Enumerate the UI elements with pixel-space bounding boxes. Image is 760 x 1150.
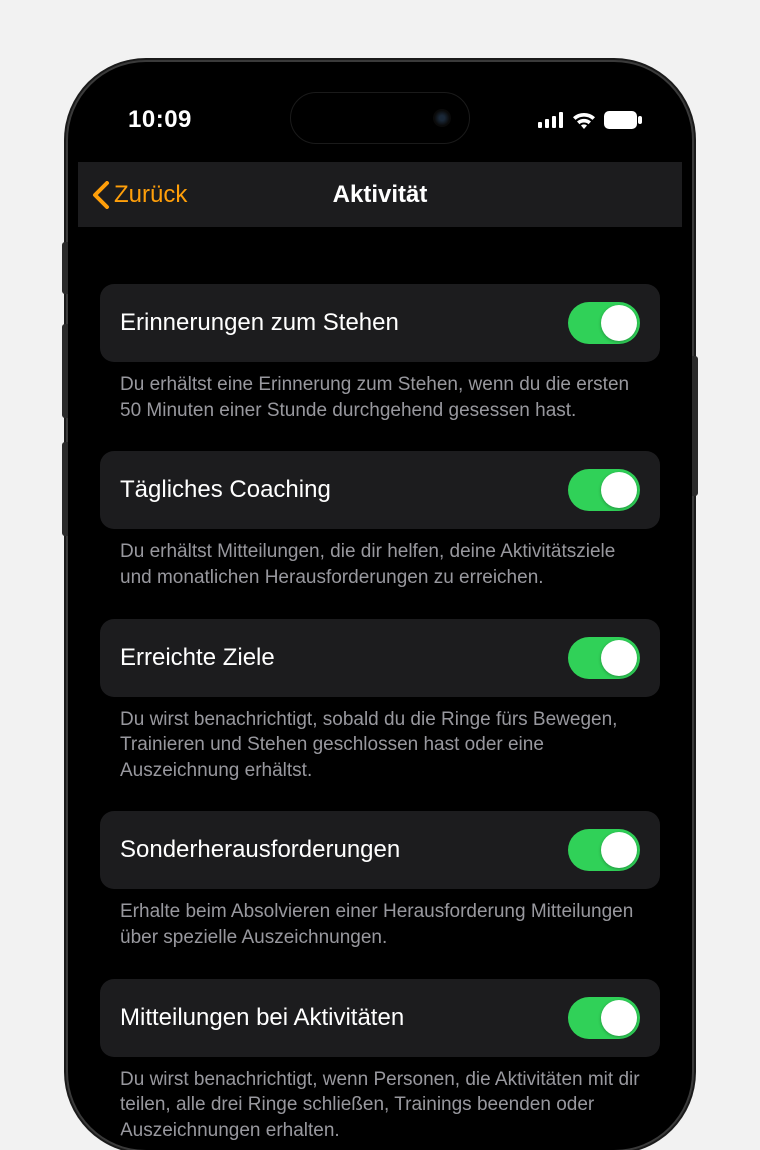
toggle-knob bbox=[601, 1000, 637, 1036]
status-icons bbox=[538, 111, 642, 129]
battery-icon bbox=[604, 111, 642, 129]
setting-label: Tägliches Coaching bbox=[120, 476, 331, 504]
setting-row-goal-completions[interactable]: Erreichte Ziele bbox=[100, 619, 660, 697]
setting-label: Sonderherausforderungen bbox=[120, 836, 400, 864]
front-camera bbox=[433, 109, 451, 127]
setting-row-activity-sharing[interactable]: Mitteilungen bei Aktivitäten bbox=[100, 979, 660, 1057]
setting-group-goals: Erreichte Ziele Du wirst benachrichtigt,… bbox=[100, 619, 660, 784]
setting-group-stand: Erinnerungen zum Stehen Du erhältst eine… bbox=[100, 284, 660, 423]
power-button bbox=[692, 356, 698, 496]
setting-row-daily-coaching[interactable]: Tägliches Coaching bbox=[100, 451, 660, 529]
setting-group-coaching: Tägliches Coaching Du erhältst Mitteilun… bbox=[100, 451, 660, 590]
wifi-icon bbox=[572, 111, 596, 129]
phone-frame: 10:09 Zurück Aktivität bbox=[68, 62, 692, 1150]
setting-desc: Erhalte beim Absolvieren einer Herausfor… bbox=[100, 889, 660, 950]
setting-row-special-challenges[interactable]: Sonderherausforderungen bbox=[100, 811, 660, 889]
toggle-knob bbox=[601, 832, 637, 868]
toggle-knob bbox=[601, 472, 637, 508]
toggle-knob bbox=[601, 305, 637, 341]
setting-group-special: Sonderherausforderungen Erhalte beim Abs… bbox=[100, 811, 660, 950]
setting-group-activity-sharing: Mitteilungen bei Aktivitäten Du wirst be… bbox=[100, 979, 660, 1140]
toggle-stand-reminders[interactable] bbox=[568, 302, 640, 344]
setting-label: Erreichte Ziele bbox=[120, 644, 275, 672]
toggle-activity-sharing[interactable] bbox=[568, 997, 640, 1039]
setting-desc: Du wirst benachrichtigt, wenn Personen, … bbox=[100, 1057, 660, 1140]
chevron-left-icon bbox=[92, 181, 110, 209]
dynamic-island bbox=[290, 92, 470, 144]
page-title: Aktivität bbox=[333, 181, 428, 209]
settings-list: Erinnerungen zum Stehen Du erhältst eine… bbox=[78, 228, 682, 1140]
back-label: Zurück bbox=[114, 181, 187, 209]
nav-bar: Zurück Aktivität bbox=[78, 162, 682, 228]
setting-row-stand-reminders[interactable]: Erinnerungen zum Stehen bbox=[100, 284, 660, 362]
screen: 10:09 Zurück Aktivität bbox=[78, 72, 682, 1140]
back-button[interactable]: Zurück bbox=[92, 181, 187, 209]
setting-desc: Du erhältst Mitteilungen, die dir helfen… bbox=[100, 529, 660, 590]
setting-desc: Du wirst benachrichtigt, sobald du die R… bbox=[100, 697, 660, 784]
cellular-signal-icon bbox=[538, 112, 564, 128]
toggle-knob bbox=[601, 640, 637, 676]
setting-label: Erinnerungen zum Stehen bbox=[120, 309, 399, 337]
status-time: 10:09 bbox=[128, 106, 192, 134]
setting-desc: Du erhältst eine Erinnerung zum Stehen, … bbox=[100, 362, 660, 423]
volume-down-button bbox=[62, 442, 68, 536]
toggle-special-challenges[interactable] bbox=[568, 829, 640, 871]
setting-label: Mitteilungen bei Aktivitäten bbox=[120, 1004, 404, 1032]
toggle-daily-coaching[interactable] bbox=[568, 469, 640, 511]
silent-switch bbox=[62, 242, 68, 294]
volume-up-button bbox=[62, 324, 68, 418]
toggle-goal-completions[interactable] bbox=[568, 637, 640, 679]
